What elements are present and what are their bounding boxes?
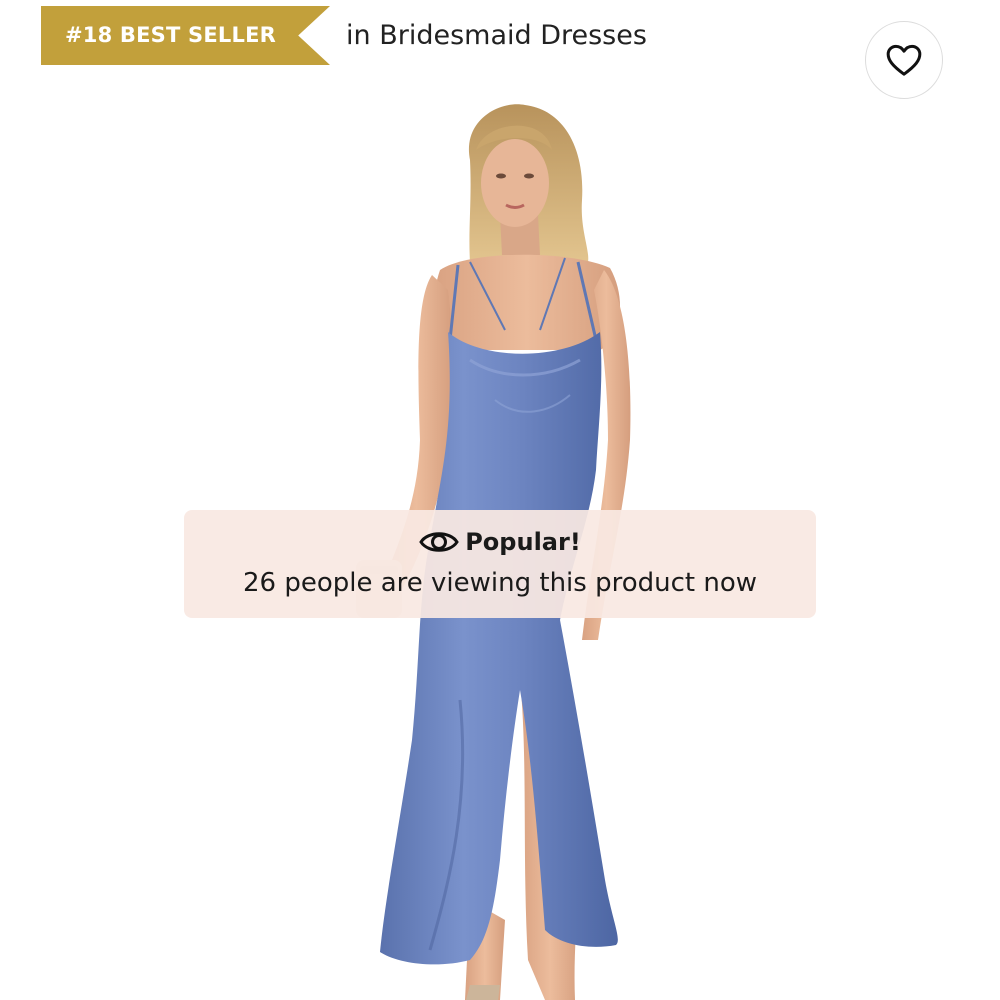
model-face — [481, 139, 549, 227]
popularity-title: Popular! — [465, 528, 581, 556]
favorite-button[interactable] — [865, 21, 943, 99]
satin-dress — [380, 332, 618, 965]
eye-icon — [419, 532, 459, 552]
best-seller-category: in Bridesmaid Dresses — [346, 20, 647, 51]
popularity-header: Popular! — [184, 524, 816, 560]
popularity-notice: Popular! 26 people are viewing this prod… — [184, 510, 816, 618]
heart-outline-icon — [886, 44, 922, 76]
best-seller-badge: #18 BEST SELLER — [41, 6, 330, 65]
popularity-message: 26 people are viewing this product now — [242, 568, 758, 598]
best-seller-label: #18 BEST SELLER — [65, 23, 276, 47]
